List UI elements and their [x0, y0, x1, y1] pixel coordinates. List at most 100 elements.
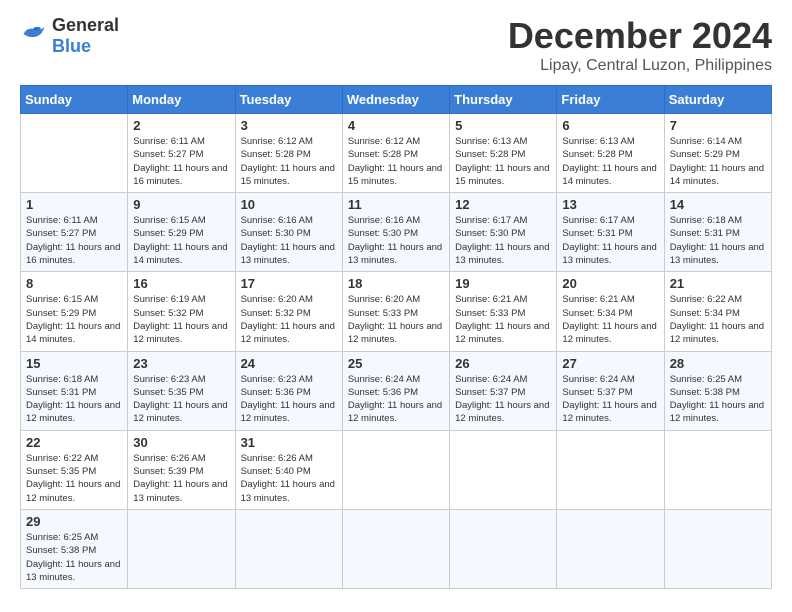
- day-number: 30: [133, 435, 229, 450]
- week-row-1: 1 Sunrise: 6:11 AM Sunset: 5:27 PM Daylig…: [21, 193, 772, 272]
- day-info: Sunrise: 6:17 AM Sunset: 5:31 PM Dayligh…: [562, 214, 658, 267]
- day-info: Sunrise: 6:22 AM Sunset: 5:35 PM Dayligh…: [26, 452, 122, 505]
- day-number: 12: [455, 197, 551, 212]
- day-info: Sunrise: 6:26 AM Sunset: 5:40 PM Dayligh…: [241, 452, 337, 505]
- day-cell: 26 Sunrise: 6:24 AM Sunset: 5:37 PM Dayli…: [450, 351, 557, 430]
- day-info: Sunrise: 6:24 AM Sunset: 5:37 PM Dayligh…: [455, 373, 551, 426]
- day-number: 15: [26, 356, 122, 371]
- day-cell: [557, 509, 664, 588]
- day-cell: 30 Sunrise: 6:26 AM Sunset: 5:39 PM Dayli…: [128, 430, 235, 509]
- day-number: 4: [348, 118, 444, 133]
- day-cell: 16 Sunrise: 6:19 AM Sunset: 5:32 PM Dayli…: [128, 272, 235, 351]
- header-cell-tuesday: Tuesday: [235, 86, 342, 114]
- day-info: Sunrise: 6:18 AM Sunset: 5:31 PM Dayligh…: [26, 373, 122, 426]
- day-cell: [235, 509, 342, 588]
- day-number: 6: [562, 118, 658, 133]
- day-info: Sunrise: 6:11 AM Sunset: 5:27 PM Dayligh…: [133, 135, 229, 188]
- day-cell: 4 Sunrise: 6:12 AM Sunset: 5:28 PM Daylig…: [342, 114, 449, 193]
- day-number: 21: [670, 276, 766, 291]
- header-row: SundayMondayTuesdayWednesdayThursdayFrid…: [21, 86, 772, 114]
- week-row-3: 15 Sunrise: 6:18 AM Sunset: 5:31 PM Dayli…: [21, 351, 772, 430]
- day-number: 19: [455, 276, 551, 291]
- day-number: 8: [26, 276, 122, 291]
- day-cell: 11Sunrise: 6:16 AM Sunset: 5:30 PM Dayli…: [342, 193, 449, 272]
- day-info: Sunrise: 6:15 AM Sunset: 5:29 PM Dayligh…: [26, 293, 122, 346]
- day-info: Sunrise: 6:22 AM Sunset: 5:34 PM Dayligh…: [670, 293, 766, 346]
- day-number: 9: [133, 197, 229, 212]
- day-info: Sunrise: 6:17 AM Sunset: 5:30 PM Dayligh…: [455, 214, 551, 267]
- week-row-2: 8 Sunrise: 6:15 AM Sunset: 5:29 PM Daylig…: [21, 272, 772, 351]
- day-info: Sunrise: 6:26 AM Sunset: 5:39 PM Dayligh…: [133, 452, 229, 505]
- day-info: Sunrise: 6:18 AM Sunset: 5:31 PM Dayligh…: [670, 214, 766, 267]
- logo-blue: Blue: [52, 36, 91, 56]
- day-number: 5: [455, 118, 551, 133]
- day-info: Sunrise: 6:14 AM Sunset: 5:29 PM Dayligh…: [670, 135, 766, 188]
- day-cell: 3 Sunrise: 6:12 AM Sunset: 5:28 PM Daylig…: [235, 114, 342, 193]
- day-number: 23: [133, 356, 229, 371]
- day-number: 27: [562, 356, 658, 371]
- header-cell-monday: Monday: [128, 86, 235, 114]
- day-cell: 23 Sunrise: 6:23 AM Sunset: 5:35 PM Dayli…: [128, 351, 235, 430]
- day-cell: 31Sunrise: 6:26 AM Sunset: 5:40 PM Dayli…: [235, 430, 342, 509]
- day-cell: 14 Sunrise: 6:18 AM Sunset: 5:31 PM Dayli…: [664, 193, 771, 272]
- day-info: Sunrise: 6:16 AM Sunset: 5:30 PM Dayligh…: [241, 214, 337, 267]
- week-row-0: 2 Sunrise: 6:11 AM Sunset: 5:27 PM Daylig…: [21, 114, 772, 193]
- day-cell: [450, 430, 557, 509]
- day-cell: 2 Sunrise: 6:11 AM Sunset: 5:27 PM Daylig…: [128, 114, 235, 193]
- day-number: 1: [26, 197, 122, 212]
- day-number: 2: [133, 118, 229, 133]
- day-info: Sunrise: 6:25 AM Sunset: 5:38 PM Dayligh…: [26, 531, 122, 584]
- day-number: 3: [241, 118, 337, 133]
- day-cell: 22Sunrise: 6:22 AM Sunset: 5:35 PM Dayli…: [21, 430, 128, 509]
- day-info: Sunrise: 6:12 AM Sunset: 5:28 PM Dayligh…: [348, 135, 444, 188]
- location-title: Lipay, Central Luzon, Philippines: [508, 57, 772, 75]
- day-cell: [557, 430, 664, 509]
- day-cell: 7 Sunrise: 6:14 AM Sunset: 5:29 PM Daylig…: [664, 114, 771, 193]
- day-cell: 18Sunrise: 6:20 AM Sunset: 5:33 PM Dayli…: [342, 272, 449, 351]
- day-number: 28: [670, 356, 766, 371]
- day-info: Sunrise: 6:13 AM Sunset: 5:28 PM Dayligh…: [455, 135, 551, 188]
- day-info: Sunrise: 6:16 AM Sunset: 5:30 PM Dayligh…: [348, 214, 444, 267]
- header-cell-friday: Friday: [557, 86, 664, 114]
- header-cell-thursday: Thursday: [450, 86, 557, 114]
- day-cell: 17 Sunrise: 6:20 AM Sunset: 5:32 PM Dayli…: [235, 272, 342, 351]
- day-info: Sunrise: 6:23 AM Sunset: 5:35 PM Dayligh…: [133, 373, 229, 426]
- day-cell: 8 Sunrise: 6:15 AM Sunset: 5:29 PM Daylig…: [21, 272, 128, 351]
- week-row-5: 29Sunrise: 6:25 AM Sunset: 5:38 PM Dayli…: [21, 509, 772, 588]
- day-cell: [450, 509, 557, 588]
- day-info: Sunrise: 6:11 AM Sunset: 5:27 PM Dayligh…: [26, 214, 122, 267]
- day-cell: 24Sunrise: 6:23 AM Sunset: 5:36 PM Dayli…: [235, 351, 342, 430]
- header-cell-sunday: Sunday: [21, 86, 128, 114]
- header-cell-saturday: Saturday: [664, 86, 771, 114]
- day-info: Sunrise: 6:21 AM Sunset: 5:34 PM Dayligh…: [562, 293, 658, 346]
- week-row-4: 22Sunrise: 6:22 AM Sunset: 5:35 PM Dayli…: [21, 430, 772, 509]
- day-cell: 29Sunrise: 6:25 AM Sunset: 5:38 PM Dayli…: [21, 509, 128, 588]
- day-cell: 5 Sunrise: 6:13 AM Sunset: 5:28 PM Daylig…: [450, 114, 557, 193]
- day-cell: 20Sunrise: 6:21 AM Sunset: 5:34 PM Dayli…: [557, 272, 664, 351]
- day-cell: 27Sunrise: 6:24 AM Sunset: 5:37 PM Dayli…: [557, 351, 664, 430]
- day-number: 14: [670, 197, 766, 212]
- day-cell: [342, 430, 449, 509]
- month-title: December 2024: [508, 15, 772, 57]
- day-cell: [128, 509, 235, 588]
- day-number: 7: [670, 118, 766, 133]
- day-number: 17: [241, 276, 337, 291]
- day-cell: 15 Sunrise: 6:18 AM Sunset: 5:31 PM Dayli…: [21, 351, 128, 430]
- day-number: 26: [455, 356, 551, 371]
- day-number: 25: [348, 356, 444, 371]
- day-cell: 9Sunrise: 6:15 AM Sunset: 5:29 PM Daylig…: [128, 193, 235, 272]
- day-number: 16: [133, 276, 229, 291]
- day-cell: 19 Sunrise: 6:21 AM Sunset: 5:33 PM Dayli…: [450, 272, 557, 351]
- logo: General Blue: [20, 15, 119, 57]
- day-cell: [342, 509, 449, 588]
- day-info: Sunrise: 6:19 AM Sunset: 5:32 PM Dayligh…: [133, 293, 229, 346]
- day-info: Sunrise: 6:12 AM Sunset: 5:28 PM Dayligh…: [241, 135, 337, 188]
- day-cell: 21 Sunrise: 6:22 AM Sunset: 5:34 PM Dayli…: [664, 272, 771, 351]
- day-cell: [664, 509, 771, 588]
- day-info: Sunrise: 6:21 AM Sunset: 5:33 PM Dayligh…: [455, 293, 551, 346]
- day-cell: 13Sunrise: 6:17 AM Sunset: 5:31 PM Dayli…: [557, 193, 664, 272]
- day-info: Sunrise: 6:20 AM Sunset: 5:32 PM Dayligh…: [241, 293, 337, 346]
- day-cell: [21, 114, 128, 193]
- calendar-body: 2 Sunrise: 6:11 AM Sunset: 5:27 PM Daylig…: [21, 114, 772, 589]
- day-info: Sunrise: 6:13 AM Sunset: 5:28 PM Dayligh…: [562, 135, 658, 188]
